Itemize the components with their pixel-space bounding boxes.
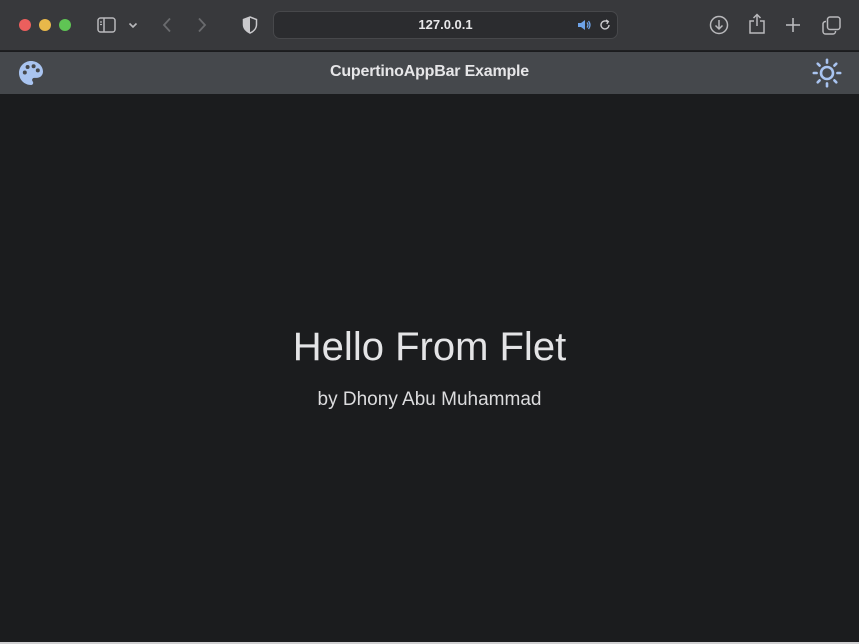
browser-window: 127.0.0.1 CupertinoAppBar Example Hello … [0, 0, 859, 644]
page-content: Hello From Flet by Dhony Abu Muhammad [0, 94, 859, 642]
tabs-overview-icon[interactable] [820, 14, 842, 36]
close-window-button[interactable] [19, 19, 31, 31]
new-tab-icon[interactable] [783, 15, 803, 35]
minimize-window-button[interactable] [39, 19, 51, 31]
sun-icon[interactable] [812, 58, 842, 88]
shield-icon[interactable] [240, 15, 260, 35]
page-title: Hello From Flet [292, 325, 567, 369]
reload-icon[interactable] [598, 18, 612, 32]
browser-toolbar: 127.0.0.1 [0, 0, 859, 51]
speaker-icon[interactable] [576, 18, 592, 32]
address-bar[interactable]: 127.0.0.1 [273, 11, 618, 39]
cupertino-app-bar: CupertinoAppBar Example [0, 52, 859, 94]
download-icon[interactable] [708, 14, 730, 36]
author-subtitle: by Dhony Abu Muhammad [317, 389, 542, 410]
back-icon[interactable] [158, 14, 176, 36]
app-bar-title: CupertinoAppBar Example [330, 63, 529, 80]
share-icon[interactable] [746, 12, 768, 36]
maximize-window-button[interactable] [59, 19, 71, 31]
chevron-down-icon[interactable] [126, 18, 140, 32]
forward-icon[interactable] [193, 14, 211, 36]
url-text: 127.0.0.1 [418, 17, 473, 32]
sidebar-icon[interactable] [96, 15, 116, 35]
